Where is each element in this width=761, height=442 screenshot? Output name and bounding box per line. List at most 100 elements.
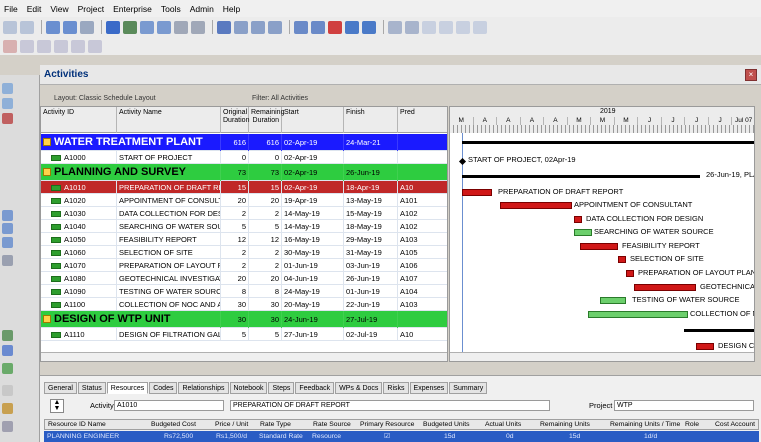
add-activity-icon[interactable] bbox=[3, 39, 17, 53]
wbs-nav-icon[interactable] bbox=[2, 98, 13, 109]
layout-label[interactable]: Layout: Classic Schedule Layout bbox=[54, 95, 156, 102]
gantt-bar-a1050[interactable] bbox=[580, 243, 618, 250]
tab-general[interactable]: General bbox=[44, 382, 77, 394]
wbs-row[interactable]: PLANNING AND SURVEY 73 73 02-Apr-19 26-Jun-1… bbox=[41, 164, 447, 181]
layout-icon[interactable] bbox=[106, 20, 120, 34]
gantt-horizontal-scrollbar[interactable] bbox=[450, 352, 754, 361]
issues-icon[interactable] bbox=[174, 20, 188, 34]
table-row[interactable]: A1010PREPARATION OF DRAFT REPOI151502-Ap… bbox=[41, 181, 447, 194]
tab-feedback[interactable]: Feedback bbox=[295, 382, 335, 394]
issues-nav-icon[interactable] bbox=[2, 330, 13, 341]
activity-name-field[interactable]: PREPARATION OF DRAFT REPORT bbox=[230, 400, 550, 411]
gantt-bar-a1090[interactable] bbox=[600, 297, 626, 304]
progress-icon[interactable] bbox=[328, 20, 342, 34]
tracking-nav-icon[interactable] bbox=[2, 237, 13, 248]
col-actual-units[interactable]: Actual Units bbox=[485, 420, 521, 430]
projects-nav-icon[interactable] bbox=[2, 83, 13, 94]
col-budgeted-units[interactable]: Budgeted Units bbox=[423, 420, 469, 430]
col-remaining-units[interactable]: Remaining Units bbox=[540, 420, 590, 430]
wbs-summary-bar[interactable] bbox=[462, 141, 754, 144]
filter-label[interactable]: Filter: All Activities bbox=[252, 95, 308, 102]
col-budgeted-cost[interactable]: Budgeted Cost bbox=[151, 420, 196, 430]
col-finish[interactable]: Finish bbox=[344, 107, 398, 133]
open-project-icon[interactable] bbox=[46, 20, 60, 34]
assignments-nav-icon[interactable] bbox=[2, 223, 13, 234]
risks-nav-icon[interactable] bbox=[2, 345, 13, 356]
gantt-bar-a1110[interactable] bbox=[696, 343, 714, 350]
menu-edit[interactable]: Edit bbox=[27, 4, 42, 14]
timescale-icon[interactable] bbox=[422, 20, 436, 34]
find-icon[interactable] bbox=[439, 20, 453, 34]
thresholds-nav-icon[interactable] bbox=[2, 385, 13, 396]
table-row[interactable]: A1110DESIGN OF FILTRATION GALARY5527-Jun… bbox=[41, 328, 447, 341]
col-role[interactable]: Role bbox=[685, 420, 699, 430]
col-cost-account[interactable]: Cost Account bbox=[715, 420, 755, 430]
help-icon[interactable] bbox=[473, 20, 487, 34]
schedule-icon[interactable] bbox=[294, 20, 308, 34]
refresh-icon[interactable] bbox=[456, 20, 470, 34]
cut-icon[interactable] bbox=[37, 39, 51, 53]
primary-checkbox-icon[interactable]: ☑ bbox=[384, 431, 390, 442]
reports-nav-icon[interactable] bbox=[2, 255, 13, 266]
resource-row[interactable]: PLANNING ENGINEER Rs72,500 Rs1,500/d Sta… bbox=[44, 431, 759, 442]
tab-notebook[interactable]: Notebook bbox=[229, 382, 268, 394]
menu-view[interactable]: View bbox=[50, 4, 68, 14]
gantt-bar-a1070[interactable] bbox=[626, 270, 634, 277]
copy-icon[interactable] bbox=[54, 39, 68, 53]
tracking-icon[interactable] bbox=[140, 20, 154, 34]
tab-relationships[interactable]: Relationships bbox=[178, 382, 229, 394]
forward-icon[interactable] bbox=[20, 20, 34, 34]
gantt-bar-a1080[interactable] bbox=[634, 284, 696, 291]
baseline-icon[interactable] bbox=[345, 20, 359, 34]
col-start[interactable]: Start bbox=[282, 107, 344, 133]
design-summary-bar[interactable] bbox=[684, 329, 754, 332]
tab-risks[interactable]: Risks bbox=[383, 382, 409, 394]
tab-status[interactable]: Status bbox=[77, 382, 106, 394]
tab-steps[interactable]: Steps bbox=[268, 382, 295, 394]
col-rate-type[interactable]: Rate Type bbox=[260, 420, 291, 430]
col-remaining-duration[interactable]: Remaining Duration bbox=[249, 107, 284, 133]
menu-tools[interactable]: Tools bbox=[161, 4, 181, 14]
gantt-bar-a1010[interactable] bbox=[462, 189, 492, 196]
wbs-folder-icon[interactable] bbox=[43, 138, 51, 147]
menu-file[interactable]: File bbox=[4, 4, 18, 14]
columns-icon[interactable] bbox=[217, 20, 231, 34]
assign-icon[interactable] bbox=[88, 39, 102, 53]
table-row[interactable]: A1060 SELECTION OF SITE 2 2 30-May-19 31-May-… bbox=[41, 246, 447, 259]
zoom-in-icon[interactable] bbox=[388, 20, 402, 34]
filter-icon[interactable] bbox=[251, 20, 265, 34]
gantt-bar-a1040[interactable] bbox=[574, 229, 592, 236]
print-icon[interactable] bbox=[191, 20, 205, 34]
expenses-nav-icon[interactable] bbox=[2, 403, 13, 414]
gantt-bar-a1020[interactable] bbox=[500, 202, 572, 209]
project-field[interactable]: WTP bbox=[614, 400, 754, 411]
back-icon[interactable] bbox=[3, 20, 17, 34]
table-row[interactable]: A1030DATA COLLECTION FOR DESIGN2214-May-… bbox=[41, 207, 447, 220]
level-icon[interactable] bbox=[311, 20, 325, 34]
activities-icon[interactable] bbox=[63, 20, 77, 34]
tab-expenses[interactable]: Expenses bbox=[409, 382, 449, 394]
table-row[interactable]: A1040SEARCHING OF WATER SOURCE5514-May-1… bbox=[41, 220, 447, 233]
col-rate-source[interactable]: Rate Source bbox=[313, 420, 351, 430]
menu-enterprise[interactable]: Enterprise bbox=[113, 4, 152, 14]
grid-horizontal-scrollbar[interactable] bbox=[41, 352, 447, 361]
group-sort-icon[interactable] bbox=[268, 20, 282, 34]
table-row[interactable]: A1100COLLECTION OF NOC AND APPR303020-Ma… bbox=[41, 298, 447, 311]
resources-nav-icon[interactable] bbox=[2, 210, 13, 221]
col-original-duration[interactable]: Original Duration bbox=[221, 107, 249, 133]
wbs-icon[interactable] bbox=[80, 20, 94, 34]
reports-icon[interactable] bbox=[157, 20, 171, 34]
wbs-folder-icon[interactable] bbox=[43, 315, 51, 324]
table-row[interactable]: A1000 START OF PROJECT 0 0 02-Apr-19 bbox=[41, 151, 447, 164]
zoom-out-icon[interactable] bbox=[405, 20, 419, 34]
portfolio-nav-icon[interactable] bbox=[2, 421, 13, 432]
col-resource-id[interactable]: Resource ID Name bbox=[48, 420, 106, 430]
tab-codes[interactable]: Codes bbox=[149, 382, 178, 394]
col-activity-name[interactable]: Activity Name bbox=[117, 107, 221, 133]
summarize-icon[interactable] bbox=[362, 20, 376, 34]
paste-icon[interactable] bbox=[71, 39, 85, 53]
menu-help[interactable]: Help bbox=[223, 4, 240, 14]
planning-summary-bar[interactable] bbox=[462, 175, 700, 178]
tab-resources[interactable]: Resources bbox=[106, 382, 149, 394]
col-activity-id[interactable]: Activity ID bbox=[41, 107, 117, 133]
